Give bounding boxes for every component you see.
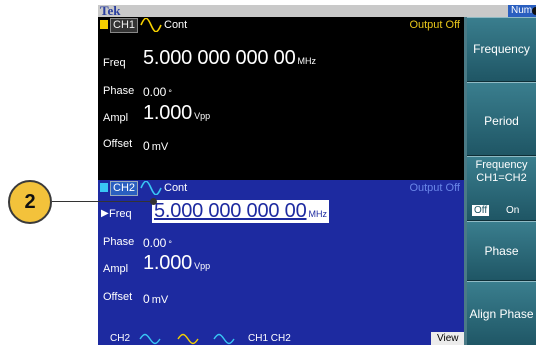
ch1-offset-label: Offset [103, 138, 133, 150]
ch2-offset-label: Offset [103, 291, 133, 303]
frequency-softkey-label: Frequency [473, 42, 530, 56]
callout-leader-dot [150, 198, 157, 205]
selection-arrow-icon: ▶ [101, 208, 109, 219]
ch1-freq-unit: MHz [297, 56, 317, 66]
ch1-label: CH1 [110, 18, 139, 33]
softkey-column: Frequency Period Frequency CH1=CH2 Off O… [464, 17, 536, 345]
ch2-header: CH2 Cont Output Off [98, 180, 464, 196]
ch1-phase-value[interactable]: 0.00 ° [143, 83, 172, 101]
ch2-phase-value[interactable]: 0.00 ° [143, 234, 172, 252]
view-tab[interactable]: View [431, 332, 464, 345]
ch2-freq-number: 5.000 000 000 00 [154, 200, 307, 222]
status-bar: Tek Num [98, 5, 536, 18]
ch2-offset-unit: mV [151, 294, 169, 306]
ch1-run-mode: Cont [164, 19, 188, 31]
ch2-output-status: Output Off [409, 182, 460, 194]
ch2-offset-number: 0 [143, 292, 150, 306]
frequency-softkey[interactable]: Frequency [467, 17, 536, 82]
ch1-ampl-unit: Vpp [194, 111, 211, 121]
ch1-ampl-value[interactable]: 1.000 Vpp [143, 102, 210, 125]
ch2-phase-number: 0.00 [143, 236, 167, 250]
sine-wave-icon [140, 18, 162, 32]
tab-ch2[interactable]: CH2 [110, 332, 130, 345]
toggle-on-option: On [505, 205, 520, 216]
bottom-tab-bar: CH2 CH1 CH2 View [98, 332, 464, 345]
num-indicator-label: Num [511, 5, 533, 16]
status-dot-icon [532, 7, 536, 15]
ch1-freq-number: 5.000 000 000 00 [143, 47, 296, 69]
ch2-freq-value[interactable]: 5.000 000 000 00 MHz [152, 200, 330, 223]
callout-leader-line [52, 201, 154, 202]
align-phase-softkey[interactable]: Align Phase [467, 281, 536, 345]
ch1-offset-unit: mV [151, 141, 169, 153]
ch1-ampl-number: 1.000 [143, 102, 193, 124]
ch1-freq-label: Freq [103, 57, 126, 69]
ch1-output-status: Output Off [409, 19, 460, 31]
ch1-phase-unit: ° [168, 88, 172, 98]
period-softkey-label: Period [484, 114, 519, 128]
tab-ch1-ch2[interactable]: CH1 CH2 [248, 332, 291, 345]
callout-badge: 2 [8, 180, 52, 224]
ch2-run-mode: Cont [164, 182, 188, 194]
num-indicator: Num [508, 5, 536, 17]
ch1-ampl-label: Ampl [103, 112, 129, 124]
waveform-tabs-icon[interactable] [138, 332, 238, 345]
ch1-header: CH1 Cont Output Off [98, 17, 464, 33]
instrument-screen: Tek Num CH1 Cont Output Off Freq 5.000 0… [98, 5, 536, 345]
ch2-freq-unit: MHz [308, 209, 328, 219]
ch2-ampl-unit: Vpp [194, 261, 211, 271]
ch1-freq-value[interactable]: 5.000 000 000 00 MHz [143, 47, 316, 70]
align-phase-softkey-label: Align Phase [469, 307, 534, 321]
ch2-ampl-number: 1.000 [143, 252, 193, 274]
ch2-offset-value[interactable]: 0 mV [143, 290, 168, 308]
frequency-sync-line1: Frequency [475, 159, 528, 171]
view-tab-label: View [437, 333, 459, 344]
ch2-phase-label: Phase [103, 236, 135, 248]
ch1-phase-number: 0.00 [143, 85, 167, 99]
ch1-offset-number: 0 [143, 139, 150, 153]
ch2-color-marker [100, 183, 108, 192]
sine-wave-icon [140, 181, 162, 195]
ch2-freq-label: Freq [109, 208, 132, 220]
frequency-sync-softkey[interactable]: Frequency CH1=CH2 Off On [467, 156, 536, 221]
ch2-ampl-value[interactable]: 1.000 Vpp [143, 252, 210, 275]
phase-softkey-label: Phase [484, 244, 519, 258]
ch1-phase-label: Phase [103, 85, 135, 97]
callout-number: 2 [24, 191, 36, 213]
ch2-phase-unit: ° [168, 239, 172, 249]
ch1-panel[interactable]: CH1 Cont Output Off Freq 5.000 000 000 0… [98, 17, 464, 180]
period-softkey[interactable]: Period [467, 82, 536, 156]
phase-softkey[interactable]: Phase [467, 221, 536, 281]
ch1-offset-value[interactable]: 0 mV [143, 137, 168, 155]
ch2-ampl-label: Ampl [103, 263, 129, 275]
ch1-color-marker [100, 20, 108, 29]
toggle-off-option: Off [472, 205, 490, 216]
ch2-label: CH2 [110, 181, 139, 196]
frequency-sync-toggle[interactable]: Off On [472, 205, 519, 216]
frequency-sync-line2: CH1=CH2 [476, 172, 527, 184]
